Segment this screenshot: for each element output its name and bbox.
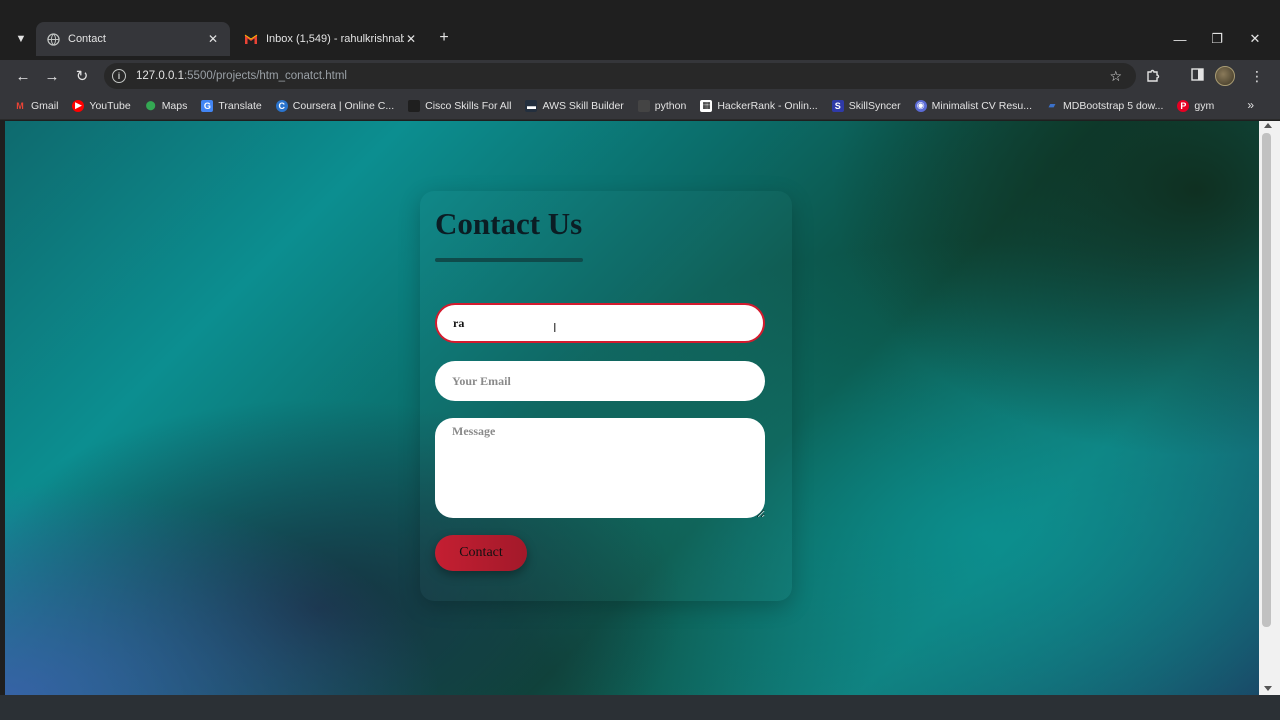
hackerrank-icon: ▦	[700, 99, 713, 112]
bookmark-python[interactable]: python	[637, 99, 686, 112]
chevron-right-double-icon[interactable]: »	[1247, 98, 1254, 112]
tab-contact[interactable]: Contact ✕	[36, 22, 230, 56]
title-underline	[435, 258, 583, 262]
profile-button[interactable]	[1213, 64, 1237, 88]
page-scrollbar[interactable]	[1259, 121, 1280, 695]
text-cursor-icon: I	[553, 321, 557, 335]
tab-title: Inbox (1,549) - rahulkrishnabutt	[266, 33, 404, 45]
close-icon[interactable]: ✕	[206, 32, 220, 46]
address-bar[interactable]: i 127.0.0.1:5500/projects/htm_conatct.ht…	[104, 63, 1136, 89]
extensions-button[interactable]	[1141, 64, 1165, 88]
close-icon[interactable]: ✕	[404, 32, 418, 46]
skillsyncer-icon: S	[831, 99, 844, 112]
url-host: 127.0.0.1	[136, 70, 184, 82]
scroll-thumb[interactable]	[1262, 133, 1271, 627]
bookmark-translate[interactable]: G Translate	[201, 99, 262, 112]
close-icon: ✕	[1249, 31, 1261, 46]
bookmark-mdbootstrap[interactable]: ▰ MDBootstrap 5 dow...	[1046, 100, 1164, 112]
email-input[interactable]	[435, 361, 765, 401]
star-icon[interactable]: ☆	[1109, 68, 1122, 85]
chevron-down-icon: ▼	[15, 33, 27, 45]
side-panel-icon	[1190, 68, 1204, 84]
bookmark-cisco[interactable]: Cisco Skills For All	[408, 99, 511, 112]
message-textarea[interactable]	[435, 418, 765, 518]
minimize-icon: —	[1173, 31, 1187, 47]
pinterest-icon: P	[1177, 99, 1190, 112]
reload-button[interactable]: ↻	[70, 64, 94, 88]
contact-button[interactable]: Contact	[435, 535, 527, 571]
new-tab-button[interactable]: +	[434, 28, 454, 48]
mdb-icon: ▰	[1048, 100, 1056, 110]
taskbar-strip	[0, 695, 1280, 720]
name-input[interactable]	[435, 303, 765, 343]
arrow-left-icon: ←	[15, 67, 31, 85]
bookmark-gym[interactable]: Pgym	[1177, 99, 1214, 112]
back-button[interactable]: ←	[11, 64, 35, 88]
reload-icon: ↻	[75, 68, 89, 85]
bookmark-hackerrank[interactable]: ▦ HackerRank - Onlin...	[700, 99, 818, 112]
page-viewport: Contact Us I Contact	[5, 121, 1259, 695]
side-panel-button[interactable]	[1185, 64, 1209, 88]
avatar	[1215, 66, 1235, 86]
url-path: :5500/projects/htm_conatct.html	[183, 70, 347, 82]
bookmark-skillsyncer[interactable]: S SkillSyncer	[831, 99, 901, 112]
bookmark-maps[interactable]: ⬤ Maps	[145, 100, 188, 112]
translate-icon: G	[201, 99, 214, 112]
globe-icon	[46, 32, 60, 46]
minimize-button[interactable]: —	[1162, 26, 1198, 52]
restore-button[interactable]: ❐	[1199, 26, 1235, 52]
close-window-button[interactable]: ✕	[1237, 26, 1273, 52]
coursera-icon: C	[275, 99, 288, 112]
more-vert-icon: ⋮	[1250, 67, 1264, 84]
aws-icon: ▬	[525, 99, 538, 112]
plus-icon: +	[439, 29, 449, 46]
gmail-icon: M	[16, 100, 24, 111]
bookmark-coursera[interactable]: C Coursera | Online C...	[275, 99, 394, 112]
bookmarks-bar: M Gmail ▶ YouTube ⬤ Maps G Translate C Course…	[0, 92, 1280, 120]
page-title: Contact Us	[435, 206, 583, 241]
cv-icon: ◉	[914, 99, 927, 112]
bookmark-gmail[interactable]: M Gmail	[14, 100, 58, 112]
bookmark-youtube[interactable]: ▶ YouTube	[72, 99, 131, 112]
forward-button[interactable]: →	[40, 64, 64, 88]
restore-icon: ❐	[1211, 31, 1223, 46]
tab-search-button[interactable]: ▼	[8, 26, 34, 52]
info-icon[interactable]: i	[112, 69, 126, 83]
bookmark-aws[interactable]: ▬ AWS Skill Builder	[525, 99, 624, 112]
browser-tabstrip: ▼ Contact ✕ Inbox (1,549) - rahulkrishna…	[0, 0, 1280, 60]
tab-inbox[interactable]: Inbox (1,549) - rahulkrishnabutt ✕	[234, 26, 428, 52]
cisco-icon	[408, 99, 421, 112]
bookmark-cv[interactable]: ◉ Minimalist CV Resu...	[914, 99, 1032, 112]
puzzle-icon	[1146, 68, 1160, 85]
maps-icon: ⬤	[145, 100, 156, 110]
menu-button[interactable]: ⋮	[1245, 64, 1269, 88]
gmail-icon	[244, 32, 258, 46]
arrow-right-icon: →	[44, 67, 60, 85]
scroll-down-icon[interactable]	[1264, 686, 1272, 691]
python-icon	[637, 99, 650, 112]
youtube-icon: ▶	[72, 99, 85, 112]
browser-toolbar: ← → ↻ i 127.0.0.1:5500/projects/htm_cona…	[0, 60, 1280, 92]
tab-title: Contact	[68, 33, 106, 45]
scroll-up-icon[interactable]	[1264, 123, 1272, 128]
